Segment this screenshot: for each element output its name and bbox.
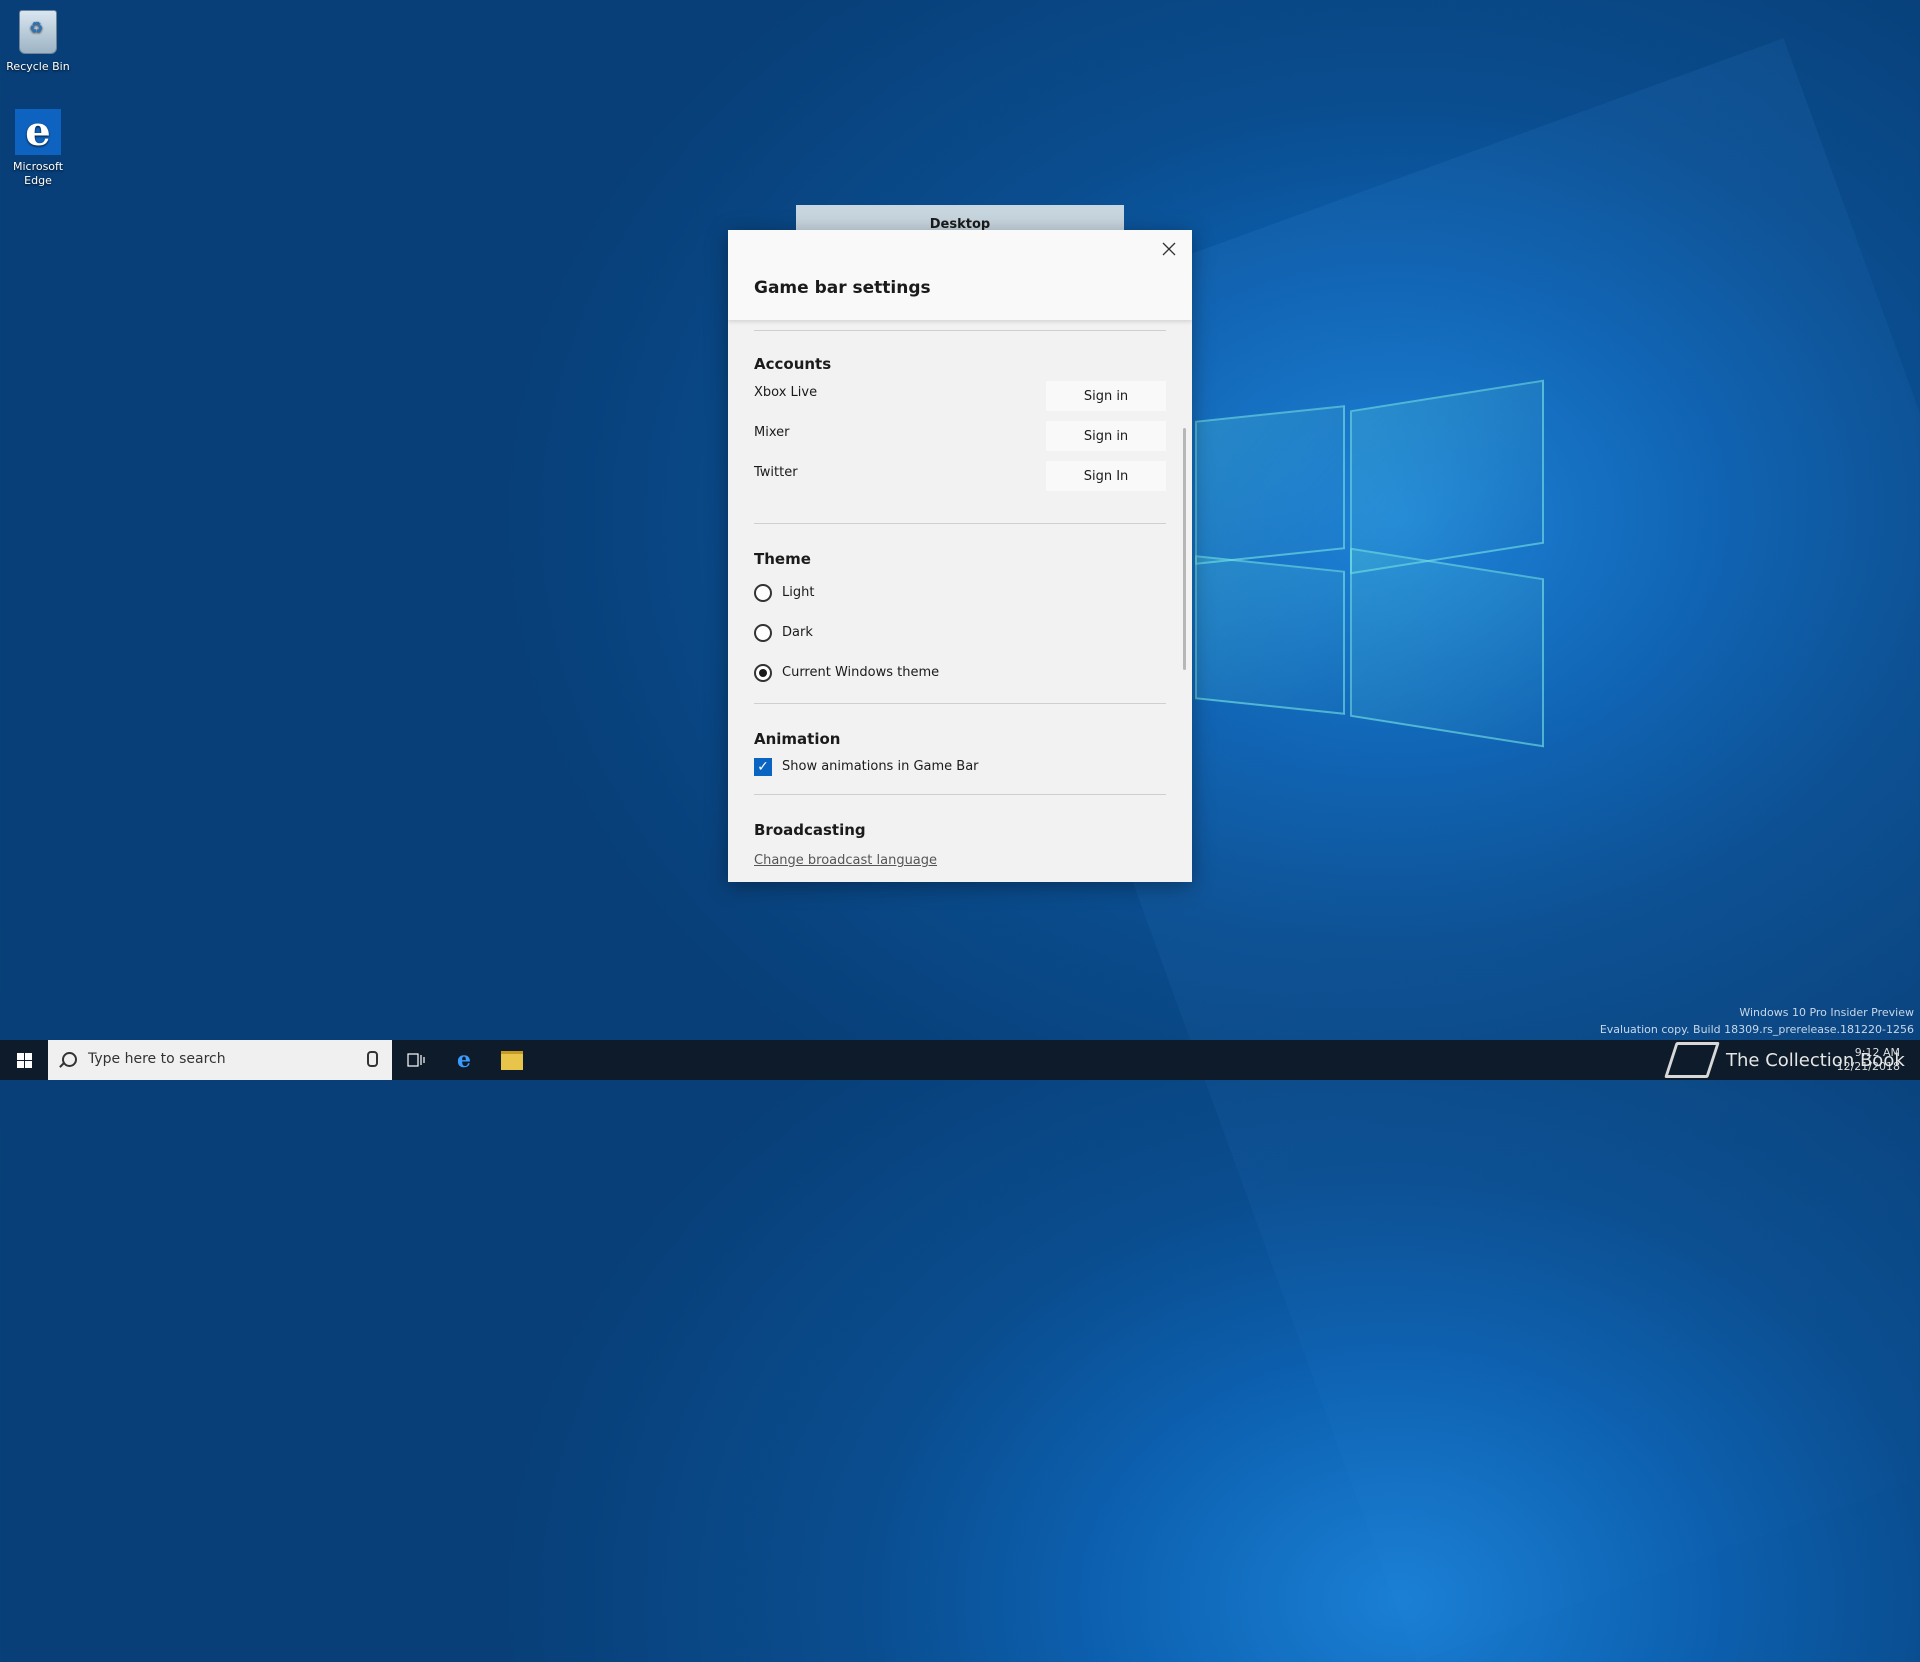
brand-watermark: The Collection Book <box>1664 1040 1905 1080</box>
taskbar: Type here to search e 9:12 AM 12/21/2018 <box>0 1040 1920 1080</box>
theme-heading: Theme <box>754 550 811 568</box>
search-placeholder: Type here to search <box>88 1051 226 1067</box>
edge-icon: e <box>457 1047 471 1073</box>
desktop-icon-edge[interactable]: e Microsoft Edge <box>2 108 74 188</box>
watermark-line: Evaluation copy. Build 18309.rs_prerelea… <box>1599 1023 1914 1036</box>
close-icon <box>1162 242 1176 256</box>
account-row-twitter: Twitter Sign In <box>754 461 1166 501</box>
xbox-live-sign-in-button[interactable]: Sign in <box>1046 381 1166 411</box>
theme-option-dark[interactable]: Dark <box>754 622 1166 662</box>
animation-heading: Animation <box>754 730 841 748</box>
taskbar-edge-button[interactable]: e <box>440 1040 488 1080</box>
broadcasting-heading: Broadcasting <box>754 821 866 839</box>
desktop-icon-recycle-bin[interactable]: Recycle Bin <box>2 8 74 74</box>
edge-icon: e <box>14 108 62 156</box>
radio-button[interactable] <box>754 584 772 602</box>
account-name: Xbox Live <box>754 385 818 400</box>
scrollbar[interactable] <box>1183 428 1186 670</box>
windows-logo-pane <box>1195 555 1345 715</box>
windows-logo-pane <box>1350 547 1544 748</box>
twitter-sign-in-button[interactable]: Sign In <box>1046 461 1166 491</box>
game-bar-settings-dialog: Game bar settings Accounts Xbox Live Sig… <box>728 230 1192 882</box>
build-watermark: Windows 10 Pro Insider Preview Evaluatio… <box>1600 1004 1914 1038</box>
search-box[interactable]: Type here to search <box>48 1040 392 1080</box>
account-row-mixer: Mixer Sign in <box>754 421 1166 461</box>
windows-start-icon <box>16 1052 32 1068</box>
checkbox-checked[interactable]: ✓ <box>754 758 772 776</box>
folder-icon <box>501 1050 523 1070</box>
settings-content: Accounts Xbox Live Sign in Mixer Sign in… <box>754 330 1166 868</box>
dialog-title: Game bar settings <box>754 278 931 298</box>
search-icon <box>62 1052 77 1067</box>
microphone-icon[interactable] <box>367 1051 378 1067</box>
book-icon <box>1664 1042 1720 1078</box>
radio-button[interactable] <box>754 624 772 642</box>
radio-button-selected[interactable] <box>754 664 772 682</box>
radio-label: Dark <box>782 625 813 640</box>
watermark-line: Windows 10 Pro Insider Preview <box>1739 1006 1914 1019</box>
brand-label: The Collection Book <box>1726 1049 1905 1071</box>
checkbox-label: Show animations in Game Bar <box>782 759 979 774</box>
radio-label: Current Windows theme <box>782 665 940 680</box>
windows-logo-pane <box>1195 405 1345 565</box>
dialog-header: Game bar settings <box>728 230 1192 320</box>
account-row-xbox-live: Xbox Live Sign in <box>754 381 1166 421</box>
theme-option-current-windows[interactable]: Current Windows theme <box>754 662 1166 702</box>
account-name: Twitter <box>754 465 798 480</box>
close-button[interactable] <box>1154 234 1184 264</box>
radio-label: Light <box>782 585 815 600</box>
start-button[interactable] <box>0 1040 48 1080</box>
desktop-icon-label: Recycle Bin <box>6 60 70 73</box>
accounts-heading: Accounts <box>754 355 832 373</box>
mixer-sign-in-button[interactable]: Sign in <box>1046 421 1166 451</box>
animations-checkbox-row[interactable]: ✓ Show animations in Game Bar <box>754 758 1166 784</box>
desktop-icon-label: Microsoft Edge <box>12 160 64 187</box>
account-name: Mixer <box>754 425 790 440</box>
task-view-icon <box>407 1053 425 1067</box>
file-explorer-button[interactable] <box>488 1040 536 1080</box>
change-broadcast-language-link[interactable]: Change broadcast language <box>754 853 937 868</box>
task-view-button[interactable] <box>392 1040 440 1080</box>
windows-logo-pane <box>1350 379 1544 575</box>
theme-option-light[interactable]: Light <box>754 582 1166 622</box>
recycle-bin-icon <box>14 8 62 56</box>
